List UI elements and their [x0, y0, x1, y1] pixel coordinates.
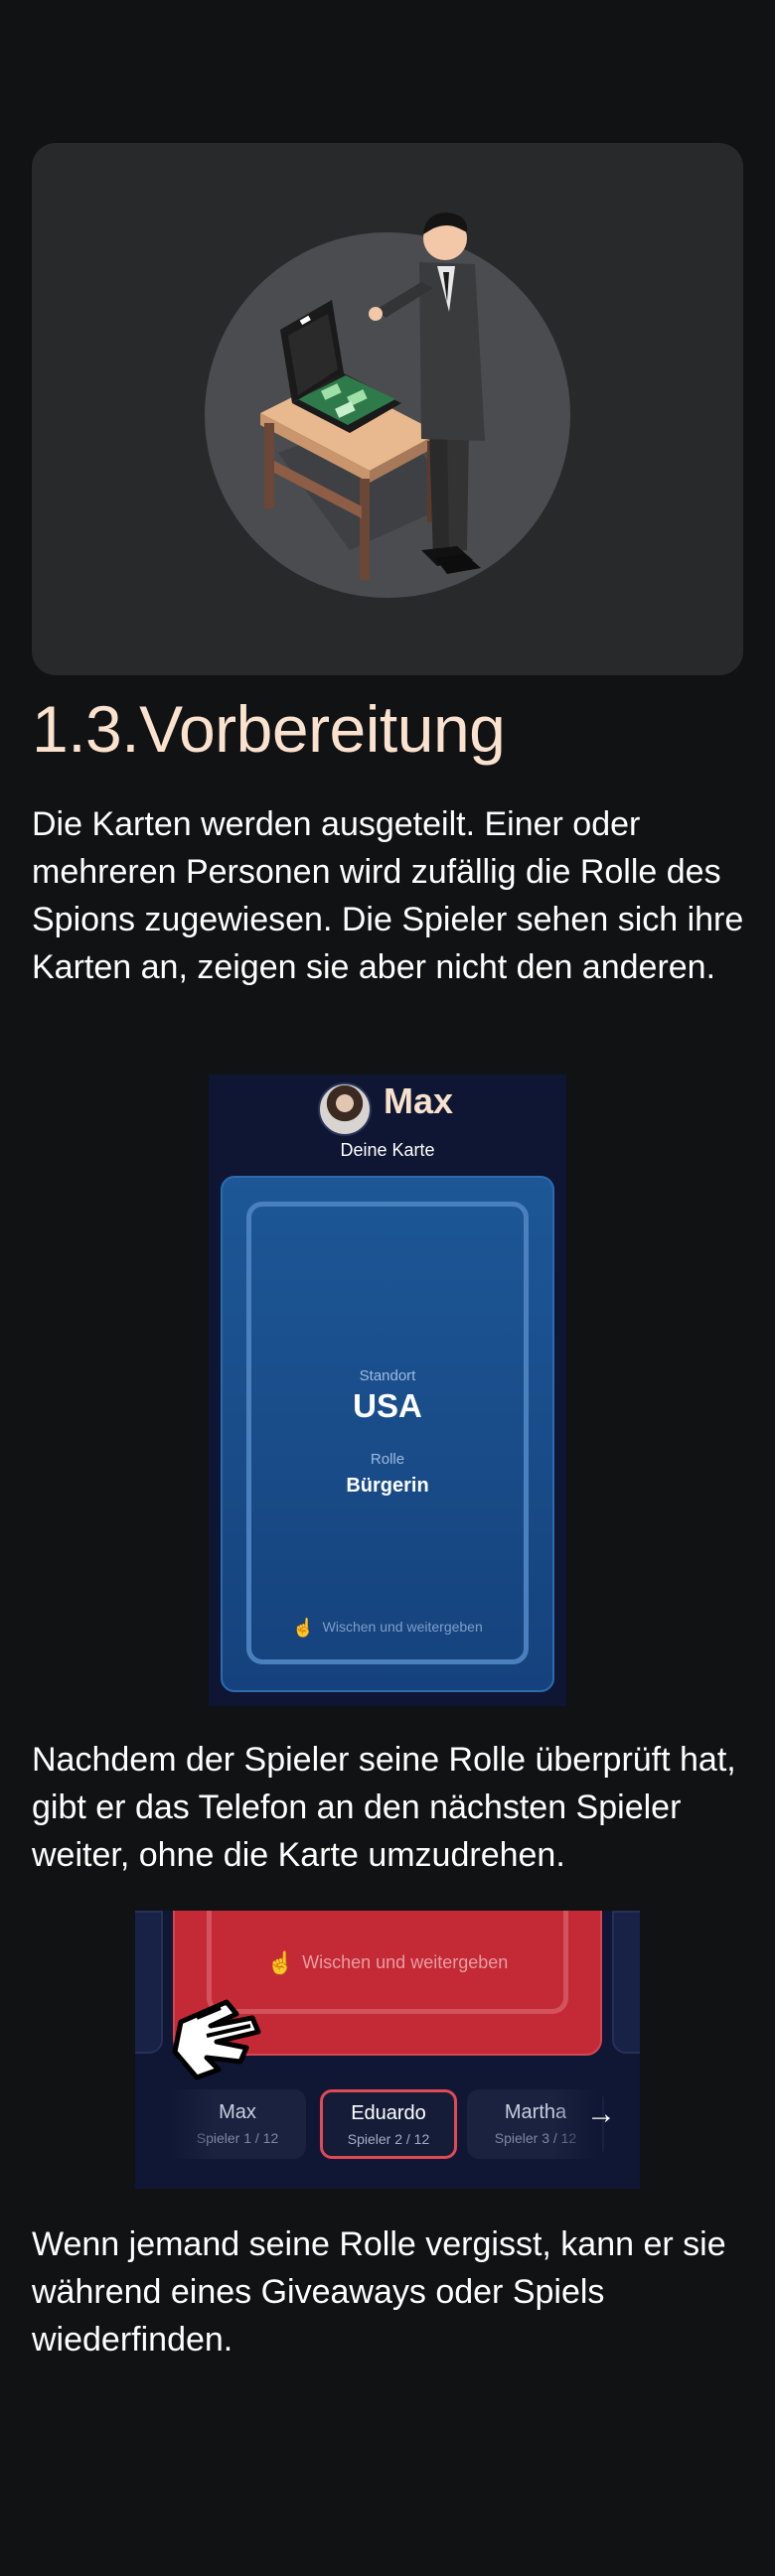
- swipe-hint: ☝ Wischen und weitergeben: [251, 1618, 524, 1639]
- card-screen-mockup: Max Deine Karte Standort USA Rolle Bürge…: [209, 1074, 566, 1706]
- location-value: USA: [353, 1387, 422, 1424]
- recovery-paragraph: Wenn jemand seine Rolle vergisst, kann e…: [32, 2225, 726, 2359]
- role-value: Bürgerin: [346, 1475, 429, 1497]
- swipe-hint: ☝ Wischen und weitergeben: [212, 1950, 563, 1976]
- hand-swipe-icon: ☝: [292, 1618, 315, 1638]
- role-label: Rolle: [370, 1451, 405, 1468]
- location-label: Standort: [359, 1367, 416, 1384]
- card-heading: Deine Karte: [340, 1140, 435, 1160]
- avatar: [318, 1082, 372, 1136]
- fade-left: [165, 2079, 215, 2169]
- player-switcher-mockup: ☝Wischen und weitergeben ← Max Spieler 1…: [135, 1911, 640, 2189]
- previous-card-edge: [135, 1911, 163, 2054]
- spy-with-briefcase-illustration: [205, 213, 570, 598]
- section-title: 1.3.Vorbereitung: [32, 692, 506, 766]
- player-chip-number: Spieler 2 / 12: [347, 2131, 430, 2147]
- hand-swipe-icon: ☝: [266, 1950, 295, 1975]
- player-chip-selected[interactable]: Eduardo Spieler 2 / 12: [320, 2089, 457, 2159]
- handover-paragraph: Nachdem der Spieler seine Rolle überprüf…: [32, 1741, 736, 1874]
- role-card-frame: Standort USA Rolle Bürgerin ☝ Wischen und…: [246, 1202, 529, 1664]
- swipe-gesture-icon: [172, 1999, 261, 2080]
- player-chip-name: Eduardo: [351, 2102, 426, 2124]
- arrow-right-icon[interactable]: →: [586, 2097, 616, 2131]
- intro-paragraph: Die Karten werden ausgeteilt. Einer oder…: [32, 805, 744, 986]
- hero-illustration: [32, 143, 743, 675]
- swipe-hint-label: Wischen und weitergeben: [322, 1619, 483, 1636]
- role-card[interactable]: Standort USA Rolle Bürgerin ☝ Wischen und…: [221, 1176, 554, 1692]
- player-name: Max: [384, 1080, 454, 1121]
- next-card-edge: [612, 1911, 640, 2054]
- swipe-hint-label: Wischen und weitergeben: [302, 1951, 509, 1972]
